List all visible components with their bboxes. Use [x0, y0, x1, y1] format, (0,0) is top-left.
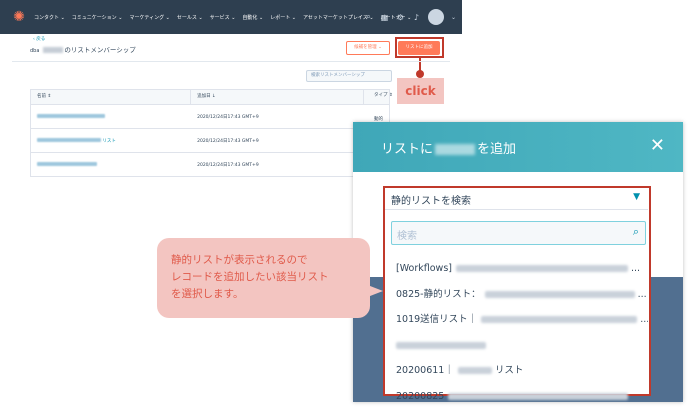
add-to-list-modal: リストに を追加 ✕ 静的リストを検索 ▼ 検索 ⌕ [Workflows]...… [353, 122, 683, 402]
bell-icon[interactable]: ♪ [412, 13, 421, 22]
search-placeholder: 検索 [397, 231, 417, 242]
nav-item-reports[interactable]: レポート ⌄ [270, 14, 296, 21]
callout-line: を選択します。 [171, 288, 244, 300]
column-header-added-date[interactable]: 追加日 ↓ [191, 90, 365, 104]
redacted-list-name [37, 161, 97, 166]
page-title-prefix: dba [30, 48, 40, 54]
option-suffix: ... [630, 263, 641, 274]
modal-title: リストに を追加 [381, 138, 516, 157]
list-search-input[interactable]: 検索 ⌕ [391, 221, 646, 245]
option-prefix: 1019送信リスト｜ [396, 314, 478, 325]
search-icon[interactable]: ⌕ [364, 12, 373, 22]
list-name-cell[interactable] [31, 113, 191, 120]
list-option[interactable]: 20200825 [385, 384, 648, 403]
click-annotation-label: click [397, 78, 444, 104]
added-date-cell: 2020/12/24日17:43 GMT+9 [197, 162, 259, 168]
screenshot-stage: ✺ コンタクト ⌄ コミュニケーション ⌄ マーケティング ⌄ セールス ⌄ サ… [0, 0, 688, 407]
redacted-option-name [455, 265, 628, 272]
back-link[interactable]: ‹ 戻る [33, 36, 45, 42]
nav-item-asset-marketplace[interactable]: アセットマーケットプレイス ⌄ [303, 14, 374, 21]
avatar[interactable] [427, 9, 444, 25]
close-icon[interactable]: ✕ [650, 136, 665, 156]
nav-item-service[interactable]: サービス ⌄ [210, 14, 236, 21]
table-row[interactable]: リスト 2020/12/24日17:43 GMT+9 [30, 129, 390, 153]
redacted-list-name [37, 138, 101, 142]
nav-item-contacts[interactable]: コンタクト ⌄ [34, 14, 65, 21]
table-header-row: 名前 ⇕ 追加日 ↓ [30, 89, 390, 105]
chevron-down-icon[interactable]: ⌄ [451, 14, 456, 21]
manage-candidates-button[interactable]: 候補を管理 ⌄ [346, 41, 390, 55]
modal-title-suffix: を追加 [477, 142, 517, 157]
nav-item-sales[interactable]: セールス ⌄ [177, 14, 203, 21]
redacted-option-name [396, 341, 486, 349]
list-membership-table: 名前 ⇕ 追加日 ↓ 2020/12/24日17:43 GMT+9 リスト 20… [30, 89, 390, 177]
search-icon[interactable]: ⌕ [633, 225, 639, 239]
column-header-type-label[interactable]: タイプ ⇕ [374, 92, 393, 98]
top-navigation-bar: ✺ コンタクト ⌄ コミュニケーション ⌄ マーケティング ⌄ セールス ⌄ サ… [0, 0, 462, 34]
nav-item-automation[interactable]: 自動化 ⌄ [242, 14, 263, 21]
redacted-record-name [435, 144, 476, 155]
instruction-callout: 静的リストが表示されるので レコードを追加したい該当リスト を選択します。 [157, 238, 370, 318]
column-header-name[interactable]: 名前 ⇕ [31, 90, 192, 104]
callout-text: 静的リストが表示されるので レコードを追加したい該当リスト を選択します。 [171, 252, 329, 303]
table-row[interactable]: 2020/12/24日17:43 GMT+9 [30, 105, 390, 129]
nav-menu: コンタクト ⌄ コミュニケーション ⌄ マーケティング ⌄ セールス ⌄ サービ… [34, 14, 411, 21]
list-option[interactable] [385, 333, 648, 359]
list-option[interactable]: 20200611｜ リスト [385, 358, 648, 384]
dropdown-label: 静的リストを検索 [391, 196, 471, 207]
list-name-cell[interactable] [31, 161, 191, 168]
gear-icon[interactable]: ⚙ [396, 13, 405, 22]
header-divider [12, 61, 450, 62]
option-prefix: 20200611｜ [396, 365, 454, 376]
callout-line: 静的リストが表示されるので [171, 254, 308, 266]
redacted-option-name [481, 316, 638, 323]
redacted-option-name [484, 290, 635, 298]
list-option[interactable]: [Workflows]... [385, 256, 648, 282]
option-prefix: 20200825 [396, 390, 445, 402]
page-title: dba のリストメンバーシップ [30, 44, 136, 54]
callout-line: レコードを追加したい該当リスト [171, 271, 329, 283]
added-date-cell: 2020/12/24日17:43 GMT+9 [197, 138, 259, 144]
add-button-highlight-box [395, 37, 444, 58]
callout-pointer [365, 284, 383, 298]
option-prefix: 0825-静的リスト： [396, 288, 481, 300]
list-name-cell[interactable]: リスト [31, 138, 191, 144]
list-option[interactable]: 1019送信リスト｜... [385, 307, 648, 333]
redacted-option-name [448, 392, 629, 400]
option-suffix: リスト [494, 365, 524, 376]
nav-item-marketing[interactable]: マーケティング ⌄ [129, 14, 169, 21]
page-title-text: のリストメンバーシップ [64, 46, 136, 54]
modal-header: リストに を追加 ✕ [353, 122, 683, 172]
redacted-record-name [43, 47, 64, 53]
static-list-dropdown[interactable]: 静的リストを検索 ▼ 検索 ⌕ [Workflows]... 0825-静的リス… [383, 186, 651, 402]
list-membership-search-input[interactable]: 検索リストメンバーシップ [306, 70, 392, 82]
redacted-option-name [457, 367, 492, 374]
nav-utility-icons: ⌕ ▦ ⚙ ♪ ⌄ [364, 0, 462, 34]
option-suffix: ... [640, 314, 648, 325]
redacted-list-name [37, 113, 105, 118]
modal-title-prefix: リストに [381, 142, 434, 157]
annotation-connector-dot [416, 70, 424, 78]
list-option[interactable]: 0825-静的リスト：... [385, 282, 648, 308]
marketplace-icon[interactable]: ▦ [380, 13, 389, 22]
nav-item-conversations[interactable]: コミュニケーション ⌄ [72, 14, 123, 21]
hubspot-logo-icon[interactable]: ✺ [8, 6, 30, 28]
caret-down-icon[interactable]: ▼ [633, 192, 640, 202]
option-suffix: ... [637, 288, 647, 300]
dropdown-toggle[interactable]: 静的リストを検索 ▼ [385, 188, 648, 210]
list-name-suffix[interactable]: リスト [102, 139, 116, 144]
option-prefix: [Workflows] [396, 263, 452, 274]
dropdown-options: [Workflows]... 0825-静的リスト：... 1019送信リスト｜… [385, 256, 648, 402]
added-date-cell: 2020/12/24日17:43 GMT+9 [197, 114, 259, 120]
table-row[interactable]: 2020/12/24日17:43 GMT+9 [30, 153, 390, 177]
